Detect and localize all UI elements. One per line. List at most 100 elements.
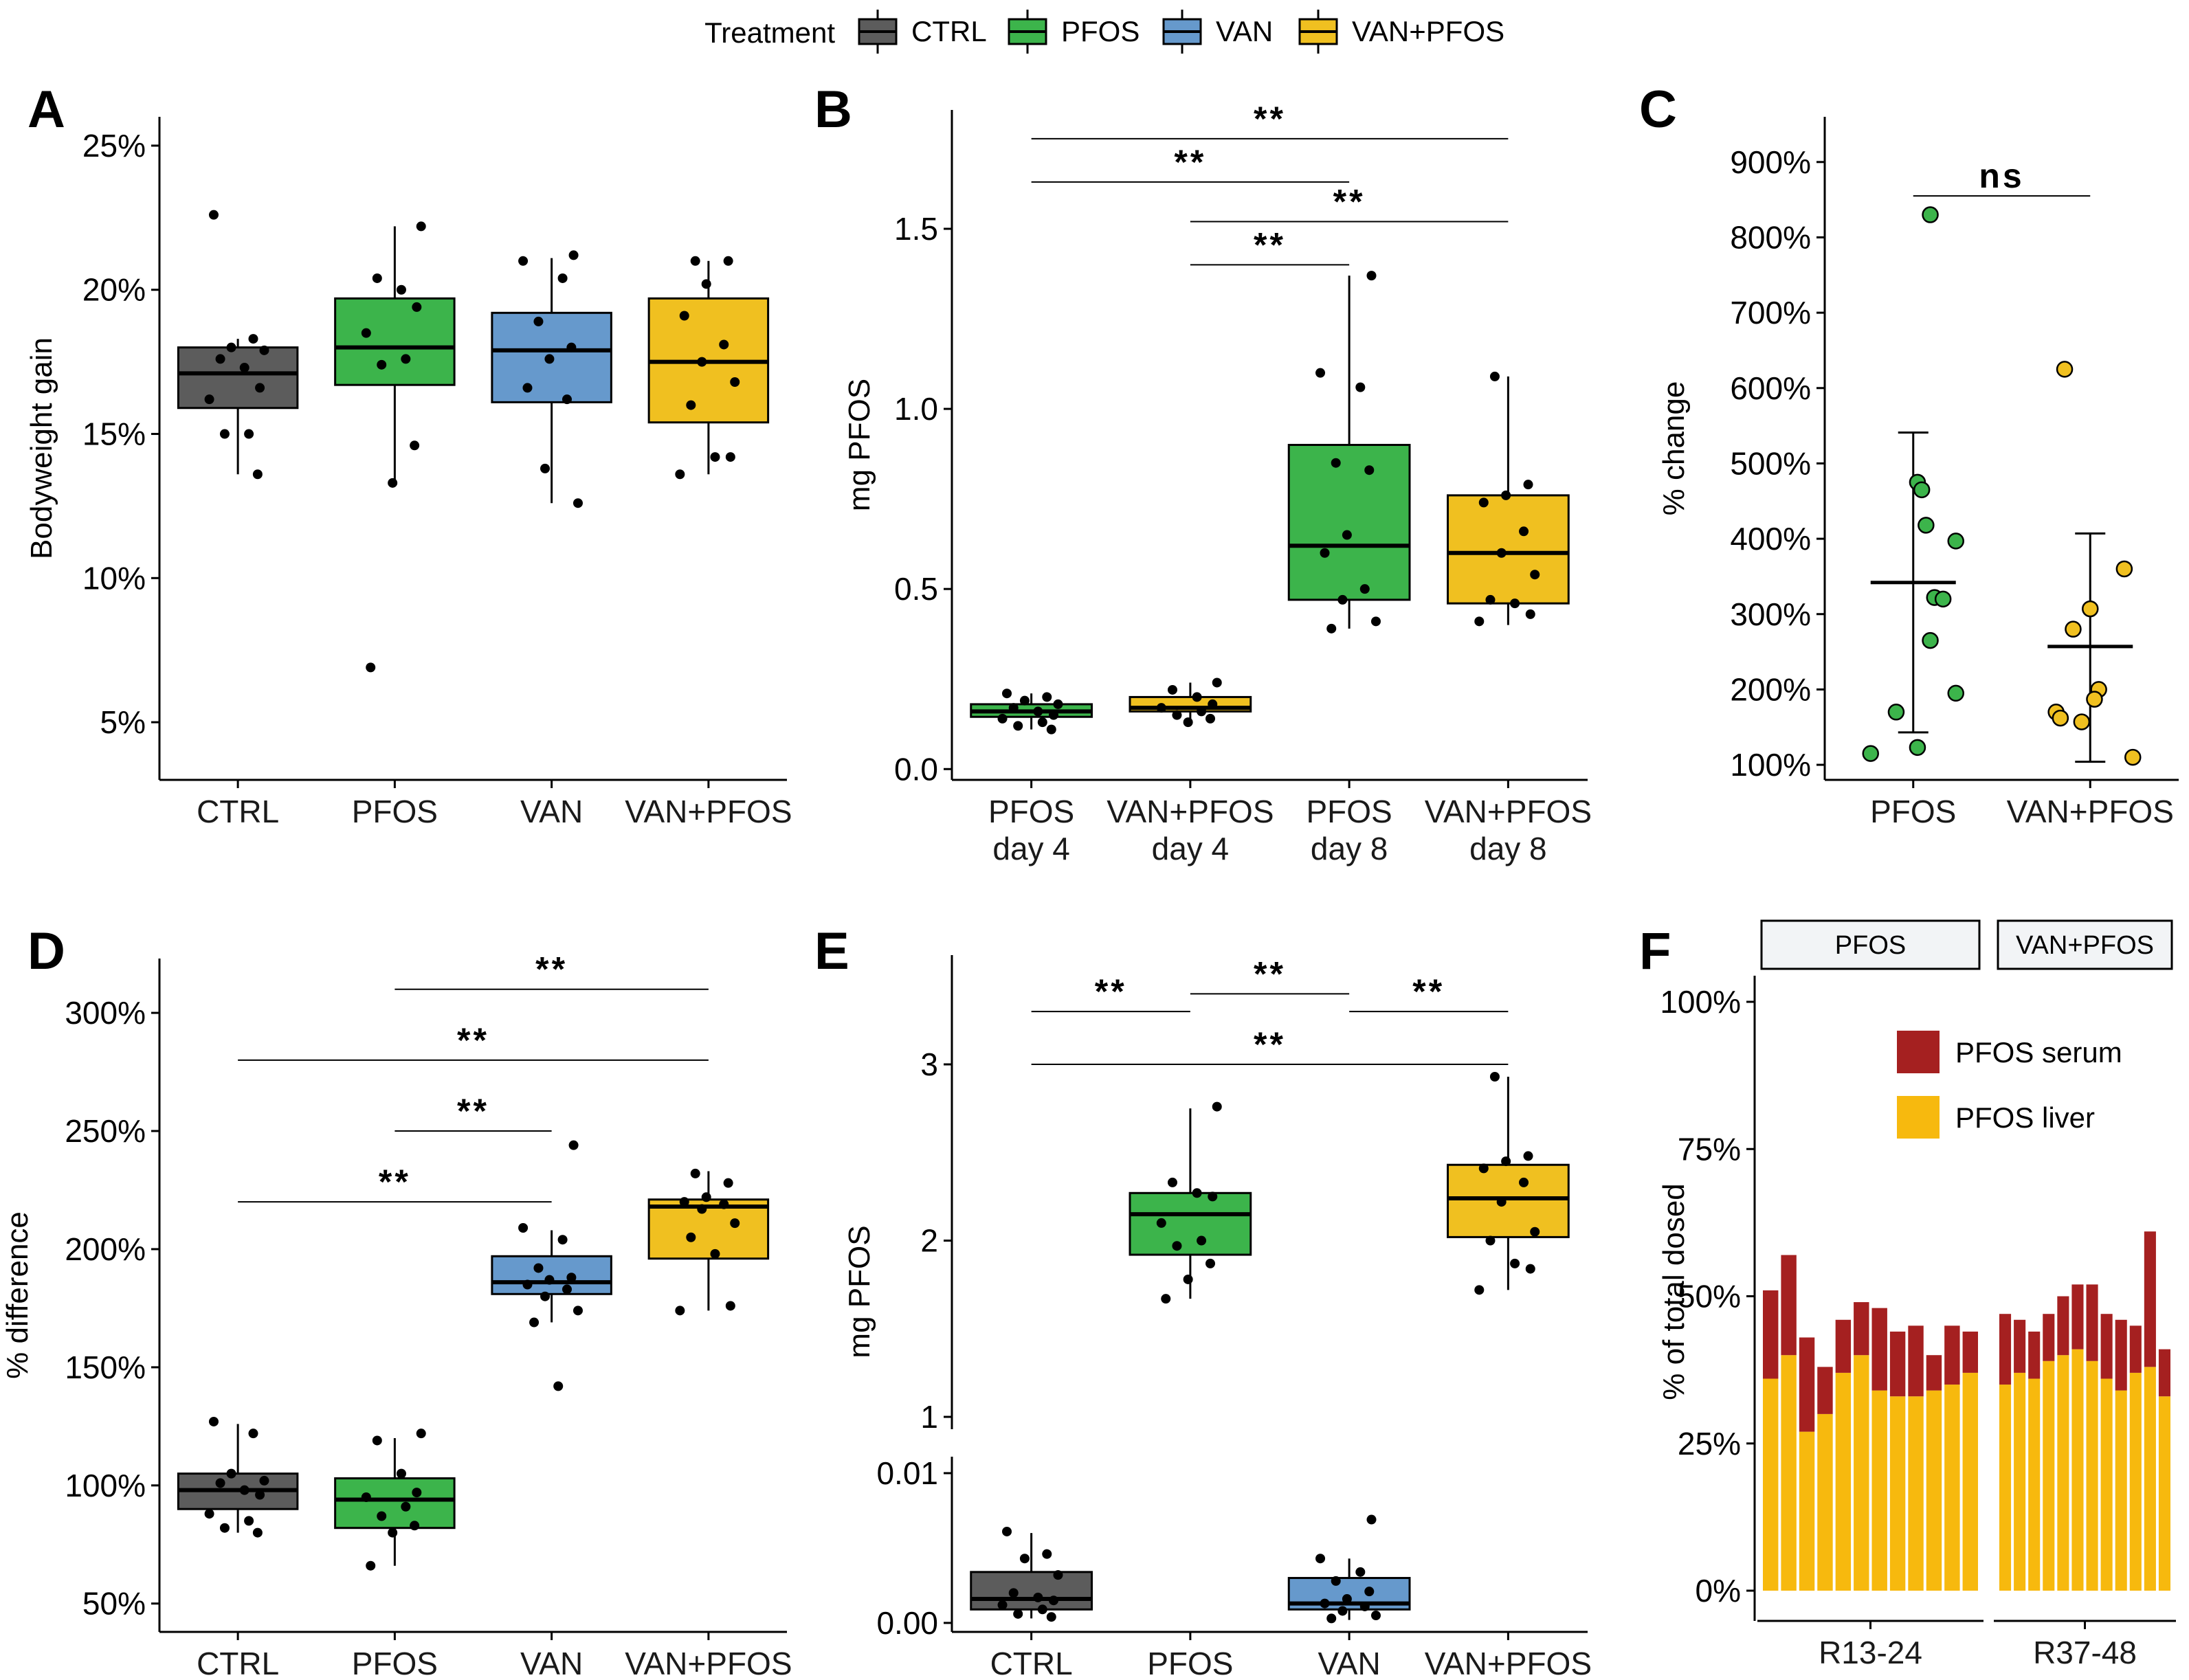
data-point [259, 1475, 269, 1486]
data-point [416, 221, 426, 232]
panel-label: C [1639, 80, 1677, 139]
data-point [1037, 717, 1047, 728]
bar-serum [1926, 1355, 1942, 1391]
data-point [412, 302, 422, 312]
bar-liver [1926, 1390, 1942, 1591]
data-point [1370, 616, 1381, 627]
data-point [1510, 1258, 1520, 1268]
data-point [208, 210, 219, 220]
data-point [1489, 371, 1500, 381]
data-point [1922, 631, 1939, 649]
data-point [522, 383, 533, 393]
data-point [2082, 600, 2099, 618]
data-point [1208, 699, 1218, 709]
data-point [2073, 713, 2091, 730]
data-point [566, 342, 577, 352]
bar-serum [1908, 1325, 1924, 1397]
data-point [1342, 530, 1352, 540]
y-axis-title: % of total dosed [1657, 1183, 1691, 1400]
data-point [719, 1199, 729, 1209]
data-point [1496, 1197, 1507, 1207]
bar-liver [1871, 1390, 1887, 1591]
significance-label: ** [535, 950, 568, 989]
data-point [1342, 1594, 1352, 1604]
legend-label: VAN+PFOS [1352, 15, 1504, 47]
y-tick-label: 0% [1696, 1573, 1741, 1609]
data-point [410, 1521, 420, 1531]
data-point [372, 273, 382, 283]
data-point [562, 1284, 572, 1295]
data-point [1887, 704, 1905, 721]
data-point [697, 357, 707, 367]
data-point [1013, 721, 1023, 731]
legend-key-liver [1897, 1096, 1940, 1139]
y-tick-label: 200% [1730, 671, 1811, 707]
panel-label: F [1639, 922, 1671, 981]
bar-liver [2086, 1360, 2098, 1591]
data-point [1320, 548, 1330, 558]
data-point [1478, 497, 1489, 508]
data-point [1156, 1218, 1166, 1228]
y-axis-title: % difference [1, 1211, 34, 1379]
bar-serum [2158, 1349, 2170, 1397]
y-tick-label: 0.01 [876, 1455, 938, 1491]
data-point [1033, 706, 1043, 717]
y-tick-label: 2 [920, 1223, 938, 1259]
y-tick-label: 75% [1678, 1131, 1741, 1167]
data-point [1053, 1570, 1063, 1580]
legend-label: CTRL [911, 15, 987, 47]
bar-liver [1835, 1372, 1852, 1591]
data-point [1192, 692, 1202, 702]
panel-label: D [27, 922, 65, 981]
legend-label: PFOS [1061, 15, 1140, 47]
data-point [1192, 1188, 1202, 1198]
data-point [1197, 706, 1207, 717]
data-point [690, 1168, 700, 1178]
x-tick-label: VAN+PFOS [1107, 794, 1274, 829]
data-point [1474, 616, 1485, 627]
bar-liver [1889, 1396, 1906, 1591]
x-tick-label: CTRL [990, 1646, 1073, 1680]
x-tick-label: R13-24 [1819, 1635, 1922, 1670]
bar-serum [1889, 1331, 1906, 1397]
bar-serum [1763, 1290, 1779, 1379]
panel-label: B [814, 80, 852, 139]
data-point [259, 345, 269, 355]
x-tick-label: VAN+PFOS [625, 794, 792, 829]
y-tick-label: 300% [1730, 596, 1811, 632]
x-tick-label: day 8 [1469, 831, 1547, 866]
data-point [361, 328, 371, 338]
data-point [1167, 1177, 1177, 1187]
bar-liver [1962, 1372, 1978, 1591]
data-point [518, 256, 529, 266]
y-tick-label: 3 [920, 1046, 938, 1082]
bar-serum [2057, 1296, 2069, 1356]
bar-serum [1944, 1325, 1960, 1385]
x-tick-label: PFOS [352, 1646, 438, 1680]
data-point [697, 1204, 707, 1214]
data-point [244, 429, 254, 439]
panel-a: A 5% 10% 15% 20% 25% CTRL PFOS VAN VAN+PFOS Bodywe… [25, 80, 792, 829]
y-tick-label: 100% [65, 1468, 146, 1503]
bar-serum [2028, 1331, 2041, 1379]
bar-liver [1781, 1355, 1797, 1591]
x-tick-label: CTRL [197, 1646, 279, 1680]
bar-serum [2071, 1284, 2084, 1349]
y-tick-label: 25% [1678, 1426, 1741, 1461]
x-tick-label: day 8 [1311, 831, 1388, 866]
panel-c: C 100% 200% 300% 400% 500% 600% 700% 800% 900% PFO… [1639, 80, 2179, 829]
legend-title: Treatment [704, 16, 835, 49]
data-point [1934, 590, 1952, 608]
y-axis-title: Bodyweight gain [25, 337, 58, 559]
bar-serum [1817, 1367, 1833, 1414]
data-point [377, 359, 387, 370]
data-point [1326, 623, 1337, 634]
panel-label: E [814, 922, 849, 981]
data-point [208, 1416, 219, 1426]
data-point [1370, 1611, 1381, 1621]
x-tick-label: VAN [520, 1646, 583, 1680]
bar-serum [1835, 1319, 1852, 1373]
data-point [255, 383, 265, 393]
data-point [1205, 1258, 1216, 1268]
y-tick-label: 100% [1660, 984, 1741, 1020]
